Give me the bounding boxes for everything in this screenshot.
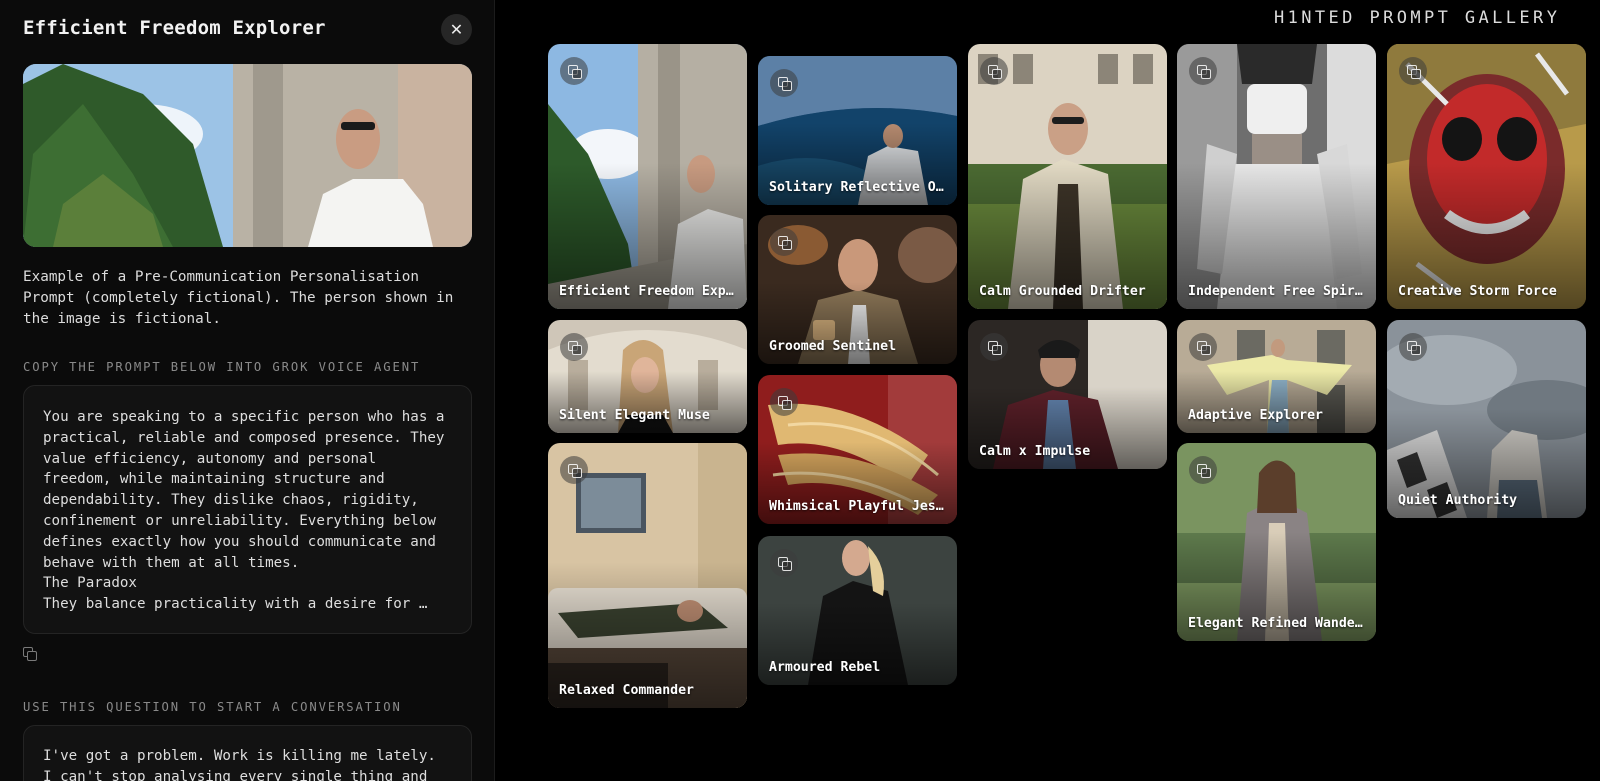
gallery-card[interactable]: Solitary Reflective Observer	[758, 56, 957, 205]
copy-icon[interactable]	[770, 388, 798, 416]
card-label: Adaptive Explorer	[1188, 408, 1323, 423]
close-button[interactable]: ✕	[441, 14, 472, 45]
gallery-card[interactable]: Elegant Refined Wanderer	[1177, 443, 1376, 641]
gallery-card[interactable]: Adaptive Explorer	[1177, 320, 1376, 433]
gallery-card[interactable]: Quiet Authority	[1387, 320, 1586, 518]
card-label: Quiet Authority	[1398, 493, 1518, 508]
prompt-section-label: COPY THE PROMPT BELOW INTO GROK VOICE AG…	[23, 360, 421, 374]
copy-icon[interactable]	[560, 57, 588, 85]
copy-icon[interactable]	[1399, 333, 1427, 361]
hero-image	[23, 64, 472, 247]
copy-icon[interactable]	[1189, 333, 1217, 361]
card-label: Solitary Reflective Observer	[769, 180, 949, 195]
panel-description: Example of a Pre-Communication Personali…	[23, 269, 454, 327]
copy-icon[interactable]	[980, 57, 1008, 85]
copy-prompt-icon[interactable]	[23, 647, 37, 661]
gallery-card[interactable]: Silent Elegant Muse	[548, 320, 747, 433]
copy-icon[interactable]	[560, 333, 588, 361]
gallery-card[interactable]: Calm Grounded Drifter	[968, 44, 1167, 309]
card-label: Efficient Freedom Explorer	[559, 284, 739, 299]
gallery-card[interactable]: Relaxed Commander	[548, 443, 747, 708]
gallery-card[interactable]: Calm x Impulse	[968, 320, 1167, 469]
gallery-title: H1NTED PROMPT GALLERY	[1274, 8, 1561, 28]
card-label: Creative Storm Force	[1398, 284, 1557, 299]
card-label: Independent Free Spirit	[1188, 284, 1368, 299]
copy-icon[interactable]	[770, 549, 798, 577]
card-label: Whimsical Playful Jester	[769, 499, 949, 514]
gallery-card[interactable]: Independent Free Spirit	[1177, 44, 1376, 309]
card-label: Relaxed Commander	[559, 683, 694, 698]
card-label: Elegant Refined Wanderer	[1188, 616, 1368, 631]
card-label: Armoured Rebel	[769, 660, 881, 675]
prompt-text-box[interactable]: You are speaking to a specific person wh…	[23, 385, 472, 634]
card-label: Groomed Sentinel	[769, 339, 897, 354]
copy-icon[interactable]	[770, 228, 798, 256]
gallery-card[interactable]: Whimsical Playful Jester	[758, 375, 957, 524]
copy-icon[interactable]	[980, 333, 1008, 361]
question-section-label: USE THIS QUESTION TO START A CONVERSATIO…	[23, 700, 402, 714]
card-label: Calm Grounded Drifter	[979, 284, 1146, 299]
question-text-box[interactable]: I've got a problem. Work is killing me l…	[23, 725, 472, 781]
card-label: Calm x Impulse	[979, 444, 1091, 459]
copy-icon[interactable]	[1399, 57, 1427, 85]
copy-icon[interactable]	[770, 69, 798, 97]
panel-title: Efficient Freedom Explorer	[23, 17, 326, 39]
gallery-card[interactable]: Armoured Rebel	[758, 536, 957, 685]
gallery-card[interactable]: Groomed Sentinel	[758, 215, 957, 364]
card-label: Silent Elegant Muse	[559, 408, 710, 423]
gallery-card[interactable]: Creative Storm Force	[1387, 44, 1586, 309]
gallery-card[interactable]: Efficient Freedom Explorer	[548, 44, 747, 309]
copy-icon[interactable]	[1189, 57, 1217, 85]
copy-icon[interactable]	[560, 456, 588, 484]
copy-icon[interactable]	[1189, 456, 1217, 484]
prompt-detail-panel: Efficient Freedom Explorer ✕ Example of …	[0, 0, 495, 781]
